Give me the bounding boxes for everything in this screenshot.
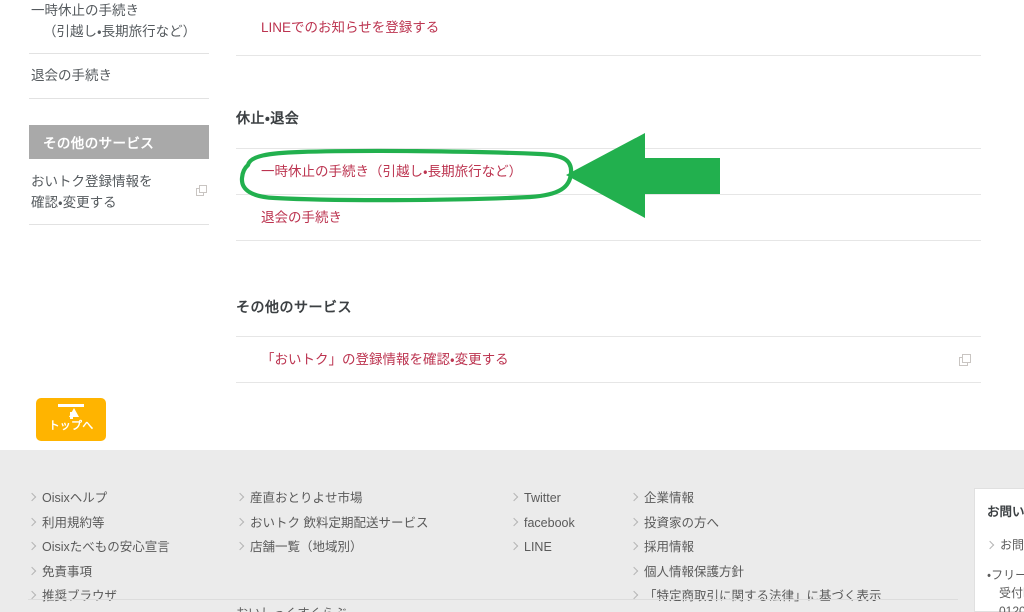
sidebar-item-suspend-label-line1: 一時休止の手続き [31, 3, 139, 18]
link-withdraw-procedure[interactable]: 退会の手続き [236, 195, 342, 240]
page-root: 一時休止の手続き （引越し・長期旅行など） 退会の手続き その他のサービス おい… [0, 0, 1024, 612]
footer-column-4: 企業情報 投資家の方へ 採用情報 個人情報保護方針 「特定商取引に関する法律」に… [629, 486, 882, 609]
footer-link-facebook[interactable]: facebook [509, 511, 575, 536]
footer-link-commercial-law[interactable]: 「特定商取引に関する法律」に基づく表示 [629, 584, 882, 609]
footer-link-label: 企業情報 [644, 491, 695, 505]
chevron-right-icon [629, 541, 639, 551]
footer-link-oitoku-drink[interactable]: おいトク 飲料定期配送サービス [235, 511, 429, 536]
chevron-right-icon [27, 492, 37, 502]
chevron-right-icon [509, 517, 519, 526]
contact-panel-title: お問い合わせ [987, 505, 1024, 519]
footer-link-label: Twitter [524, 491, 561, 505]
footer-link-label: 採用情報 [644, 540, 695, 555]
external-window-icon [196, 185, 207, 196]
footer-link-label: Oisixヘルプ [42, 491, 108, 505]
row-oitoku-info: 「おいトク」の登録情報を確認・変更する [236, 336, 981, 383]
footer-column-3: Twitter facebook LINE [509, 486, 575, 560]
footer-bottom-text: おいしっくすくらぶ [236, 604, 347, 612]
row-suspend-procedure: 一時休止の手続き（引越し・長期旅行など） [236, 148, 981, 195]
footer-link-privacy[interactable]: 個人情報保護方針 [629, 560, 882, 585]
chevron-right-icon [235, 541, 245, 551]
footer-link-browser[interactable]: 推奨ブラウザ [27, 584, 170, 609]
sidebar-item-suspend-label-line2: （引越し・長期旅行など） [43, 24, 197, 39]
footer-link-label: 個人情報保護方針 [644, 564, 745, 579]
footer-link-food-safety[interactable]: Oisixたべもの安心宣言 [27, 535, 170, 560]
sidebar-section-header: その他のサービス [29, 125, 209, 159]
contact-note-line1: ・フリーダイヤル [987, 568, 1024, 582]
sidebar-item-suspend[interactable]: 一時休止の手続き （引越し・長期旅行など） [29, 0, 209, 54]
back-to-top-button[interactable]: トップへ [36, 398, 106, 441]
row-line-notify: LINEでのお知らせを登録する [236, 0, 981, 56]
sidebar-item-withdraw[interactable]: 退会の手続き [29, 54, 209, 99]
chevron-right-icon [27, 566, 37, 576]
chevron-right-icon [27, 541, 37, 551]
sidebar-item-oitoku-info[interactable]: おいトク登録情報を 確認・変更する [29, 159, 209, 225]
footer-column-1: Oisixヘルプ 利用規約等 Oisixたべもの安心宣言 免責事項 推奨ブラウザ [27, 486, 170, 609]
footer-link-label: 免責事項 [42, 564, 93, 579]
footer-link-oisix-help[interactable]: Oisixヘルプ [27, 486, 170, 511]
footer-column-2: 産直おとりよせ市場 おいトク 飲料定期配送サービス 店舗一覧（地域別） [235, 486, 429, 560]
footer-link-label: 産直おとりよせ市場 [250, 491, 363, 505]
section-suspend-withdraw: 休止・退会 一時休止の手続き（引越し・長期旅行など） 退会の手続き [236, 108, 981, 241]
sidebar: 一時休止の手続き （引越し・長期旅行など） 退会の手続き その他のサービス おい… [29, 0, 209, 225]
footer-link-terms[interactable]: 利用規約等 [27, 511, 170, 536]
chevron-right-icon [509, 541, 519, 551]
footer-link-company[interactable]: 企業情報 [629, 486, 882, 511]
contact-panel: お問い合わせ お問い合わせフォーム ・フリーダイヤル 受付時間 0120 [974, 488, 1024, 612]
footer-link-label: 利用規約等 [42, 515, 105, 530]
main-column: LINEでのお知らせを登録する 休止・退会 一時休止の手続き（引越し・長期旅行な… [236, 0, 981, 383]
contact-note-line2: 受付時間 [999, 586, 1024, 600]
footer-link-label: 推奨ブラウザ [42, 589, 118, 604]
chevron-right-icon [629, 492, 639, 502]
link-suspend-procedure[interactable]: 一時休止の手続き（引越し・長期旅行など） [236, 149, 522, 194]
row-withdraw-procedure: 退会の手続き [236, 195, 981, 241]
sidebar-item-withdraw-label: 退会の手続き [31, 68, 112, 83]
footer-link-sanchoku[interactable]: 産直おとりよせ市場 [235, 486, 428, 511]
footer-link-label: LINE [524, 540, 552, 555]
footer-link-twitter[interactable]: Twitter [509, 486, 575, 511]
footer-link-label: 「特定商取引に関する法律」に基づく表示 [644, 589, 882, 604]
chevron-right-icon [509, 492, 519, 502]
section-suspend-heading: 休止・退会 [236, 110, 300, 126]
footer-link-investors[interactable]: 投資家の方へ [629, 511, 882, 536]
footer-link-recruit[interactable]: 採用情報 [629, 535, 882, 560]
footer-link-line[interactable]: LINE [509, 535, 575, 560]
content-area: 一時休止の手続き （引越し・長期旅行など） 退会の手続き その他のサービス おい… [0, 0, 1024, 450]
link-line-notify[interactable]: LINEでのお知らせを登録する [236, 0, 439, 55]
sidebar-item-oitoku-label-line2: 確認・変更する [31, 195, 117, 210]
chevron-right-icon [27, 517, 37, 526]
contact-note-line3: 0120 [987, 604, 1024, 612]
footer-divider [28, 599, 958, 600]
footer-link-label: おいトク 飲料定期配送サービス [250, 515, 429, 530]
footer-link-label: facebook [524, 515, 575, 530]
section-other-heading: その他のサービス [236, 299, 352, 315]
sidebar-item-oitoku-label-line1: おいトク登録情報を [31, 174, 153, 189]
site-footer: Oisixヘルプ 利用規約等 Oisixたべもの安心宣言 免責事項 推奨ブラウザ… [0, 450, 1024, 612]
chevron-right-icon [235, 492, 245, 502]
chevron-right-icon [629, 566, 639, 576]
chevron-right-icon [985, 540, 995, 550]
chevron-right-icon [629, 517, 639, 526]
link-oitoku-info[interactable]: 「おいトク」の登録情報を確認・変更する [236, 337, 509, 382]
footer-link-disclaimer[interactable]: 免責事項 [27, 560, 170, 585]
external-window-icon [959, 354, 971, 366]
footer-link-store-list[interactable]: 店舗一覧（地域別） [235, 535, 428, 560]
chevron-right-icon [235, 517, 245, 526]
arrow-up-to-top-icon [58, 404, 84, 419]
footer-link-label: Oisixたべもの安心宣言 [42, 540, 170, 555]
section-other-services: その他のサービス 「おいトク」の登録情報を確認・変更する [236, 297, 981, 383]
contact-form-link-label: お問い合わせフォーム [1000, 538, 1024, 552]
footer-link-label: 投資家の方へ [644, 515, 720, 530]
contact-form-link[interactable]: お問い合わせフォーム [985, 536, 1024, 554]
back-to-top-label: トップへ [48, 420, 94, 432]
footer-link-label: 店舗一覧（地域別） [250, 540, 363, 555]
